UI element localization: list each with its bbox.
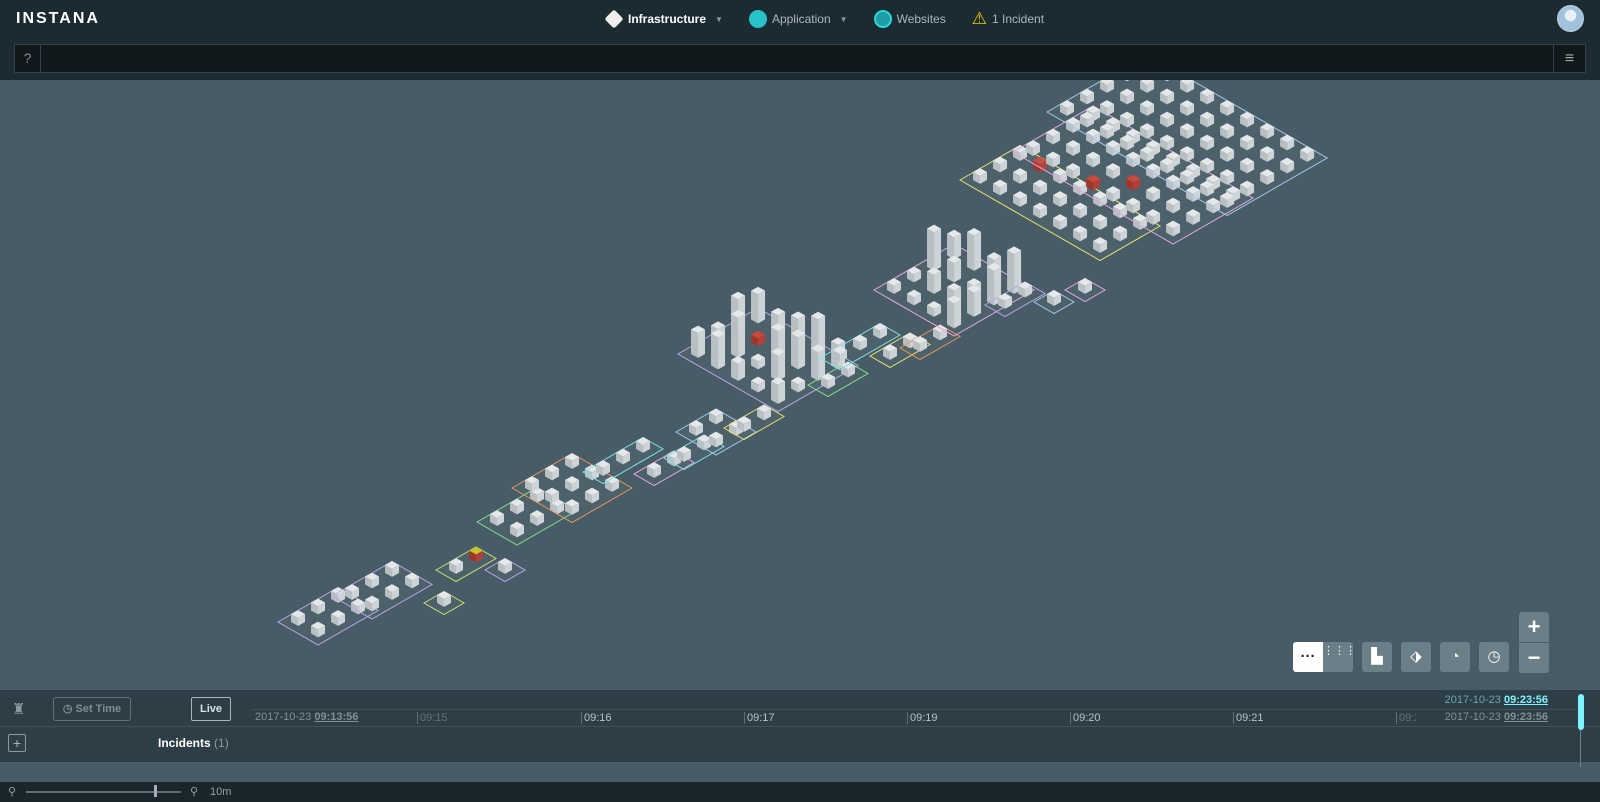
zoom-out-button[interactable]: − — [1519, 643, 1549, 673]
search-input[interactable] — [41, 45, 1553, 72]
container[interactable] — [927, 267, 942, 294]
start-date: 2017-10-23 — [255, 711, 312, 723]
chevron-down-icon: ▼ — [839, 14, 848, 24]
nav-websites[interactable]: Websites — [873, 9, 946, 29]
container[interactable] — [947, 295, 962, 329]
menu-icon[interactable]: ≡ — [1553, 45, 1585, 72]
slider-knob[interactable] — [154, 785, 157, 797]
tick-label: 09:20 — [1070, 712, 1101, 724]
top-bar: INSTANA Infrastructure ▼ Application ▼ Web… — [0, 0, 1600, 80]
dots-view-button[interactable]: ··· — [1293, 642, 1323, 672]
tick-label: 09:17 — [744, 712, 775, 724]
set-time-label: Set Time — [75, 703, 122, 715]
help-button[interactable]: ? — [15, 45, 41, 72]
container[interactable] — [947, 255, 962, 283]
host-group[interactable] — [434, 546, 498, 583]
nav-application[interactable]: Application ▼ — [748, 9, 848, 29]
timeline: ♜ ◷ Set Time Live 09:15 09:16 09:17 09:1… — [0, 690, 1600, 767]
container[interactable] — [947, 229, 962, 260]
container[interactable] — [927, 224, 942, 271]
main-nav: Infrastructure ▼ Application ▼ Websites ⚠ 1… — [604, 9, 1044, 29]
gauge-icon[interactable]: ◷ — [1479, 642, 1509, 672]
instana-logo[interactable]: INSTANA — [16, 10, 100, 28]
end-time-value: 09:23:56 — [1503, 694, 1548, 706]
tick-label: 09:21 — [1233, 712, 1264, 724]
timeline-header: ♜ ◷ Set Time Live 09:15 09:16 09:17 09:1… — [0, 690, 1600, 727]
infrastructure-icon — [604, 9, 624, 29]
container[interactable] — [811, 344, 826, 381]
end-time-live[interactable]: 2017-10-23 09:23:56 — [1445, 694, 1548, 706]
warning-icon: ⚠ — [971, 9, 987, 28]
time-axis[interactable]: 09:15 09:16 09:17 09:19 09:20 09:21 09:2… — [251, 709, 1581, 727]
container[interactable] — [731, 309, 746, 358]
incidents-label: Incidents — [158, 736, 211, 750]
container[interactable] — [791, 329, 806, 370]
layout-icon[interactable]: ▙ — [1362, 642, 1392, 672]
container[interactable] — [771, 377, 786, 404]
end-time: 2017-10-23 09:23:56 — [1445, 711, 1548, 723]
zoom-out-search-icon[interactable]: ⚲ — [8, 785, 16, 798]
container[interactable] — [967, 284, 982, 317]
time-zoom-slider[interactable] — [26, 791, 181, 793]
globe-icon — [873, 10, 892, 28]
tick-label: 09:22 — [1396, 712, 1416, 724]
tick-label: 09:16 — [581, 712, 612, 724]
set-time-button[interactable]: ◷ Set Time — [53, 697, 131, 721]
application-icon — [748, 10, 767, 28]
container[interactable] — [691, 325, 706, 358]
infrastructure-map[interactable] — [0, 80, 1600, 705]
container[interactable] — [711, 329, 726, 370]
end-date: 2017-10-23 — [1444, 711, 1501, 723]
incidents-track-label[interactable]: Incidents (1) — [158, 736, 229, 750]
nav-label: 1 Incident — [991, 12, 1045, 26]
start-time-value: 09:13:56 — [314, 711, 359, 723]
nav-incidents[interactable]: ⚠ 1 Incident — [972, 9, 1044, 29]
timeline-cursor — [1580, 730, 1581, 767]
live-button[interactable]: Live — [191, 697, 231, 721]
pin-icon[interactable]: ♜ — [12, 700, 25, 718]
zoom-in-button[interactable]: + — [1519, 612, 1549, 642]
nav-label: Websites — [896, 12, 946, 26]
add-incident-track-button[interactable]: + — [8, 734, 26, 752]
container[interactable] — [771, 347, 786, 381]
pie-chart-icon[interactable]: ◔ — [1440, 642, 1470, 672]
container[interactable] — [751, 286, 766, 324]
container[interactable] — [967, 227, 982, 271]
nav-infrastructure[interactable]: Infrastructure ▼ — [604, 9, 723, 29]
search-bar: ? ≡ — [14, 44, 1586, 73]
zoom-in-search-icon[interactable]: ⚲ — [190, 785, 198, 798]
end-time-value: 09:23:56 — [1503, 711, 1548, 723]
chevron-down-icon: ▼ — [715, 14, 723, 24]
incidents-count: (1) — [214, 736, 229, 750]
zoom-bar: ⚲ ⚲ 10m — [0, 782, 1600, 802]
nav-label: Infrastructure — [628, 12, 707, 26]
user-avatar[interactable] — [1557, 5, 1584, 32]
grid-view-button[interactable]: ⋮⋮⋮ — [1323, 642, 1356, 672]
timeline-handle[interactable] — [1578, 694, 1584, 730]
container[interactable] — [731, 356, 746, 381]
tag-icon[interactable]: ⬗ — [1401, 642, 1431, 672]
nav-label: Application — [771, 12, 831, 26]
tick-label: 09:15 — [417, 712, 448, 724]
zoom-level: 10m — [210, 786, 232, 798]
tick-label: 09:19 — [907, 712, 938, 724]
start-time[interactable]: 2017-10-23 09:13:56 — [255, 711, 358, 723]
end-date: 2017-10-23 — [1444, 694, 1501, 706]
